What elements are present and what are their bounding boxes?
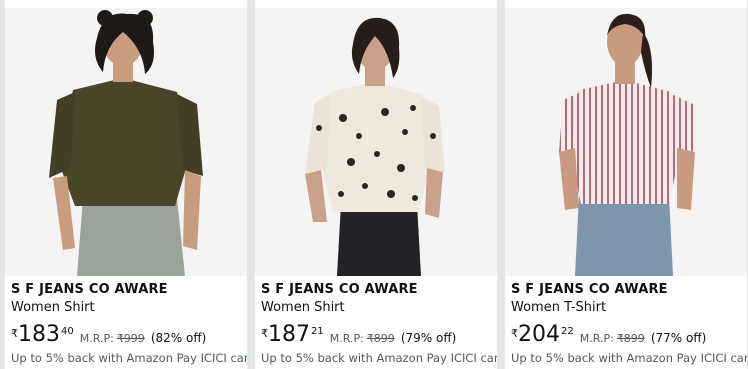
striped-shirt-image [505,8,747,276]
product-card[interactable]: S F JEANS CO AWARE Women T-Shirt ₹ 204 2… [505,0,747,369]
product-title[interactable]: Women T-Shirt [511,300,606,315]
price-whole: 204 [518,322,560,347]
mrp-label: M.R.P: [579,332,614,345]
currency-symbol: ₹ [261,327,268,340]
product-brand[interactable]: S F JEANS CO AWARE [11,282,168,297]
discount-text: (77% off) [650,331,707,345]
offer-text: Up to 5% back with Amazon Pay ICICI card [11,351,247,365]
offer-text: Up to 5% back with Amazon Pay ICICI card [511,351,747,365]
price-whole: 187 [268,322,310,347]
offer-text: Up to 5% back with Amazon Pay ICICI card [261,351,497,365]
product-title[interactable]: Women Shirt [261,300,345,315]
mrp-value: ₹899 [616,332,645,345]
price-row: ₹ 183 40 M.R.P: ₹999 (82% off) [11,324,206,346]
price-fraction: 40 [61,326,74,337]
mrp-label: M.R.P: [79,332,114,345]
product-card[interactable]: S F JEANS CO AWARE Women Shirt ₹ 183 40 … [5,0,247,369]
mrp-value: ₹999 [116,332,145,345]
mrp-label: M.R.P: [329,332,364,345]
discount-text: (82% off) [150,331,207,345]
price-row: ₹ 187 21 M.R.P: ₹899 (79% off) [261,324,456,346]
price-fraction: 21 [311,326,324,337]
floral-shirt-image [255,8,497,276]
product-grid: S F JEANS CO AWARE Women Shirt ₹ 183 40 … [5,0,747,369]
product-brand[interactable]: S F JEANS CO AWARE [261,282,418,297]
currency-symbol: ₹ [11,327,18,340]
mrp-value: ₹899 [366,332,395,345]
product-title[interactable]: Women Shirt [11,300,95,315]
product-card[interactable]: S F JEANS CO AWARE Women Shirt ₹ 187 21 … [255,0,497,369]
product-image[interactable] [505,8,747,276]
product-image[interactable] [5,8,247,276]
price-row: ₹ 204 22 M.R.P: ₹899 (77% off) [511,324,706,346]
price-whole: 183 [18,322,60,347]
olive-shirt-image [5,8,247,276]
price-fraction: 22 [561,326,574,337]
product-brand[interactable]: S F JEANS CO AWARE [511,282,668,297]
product-image[interactable] [255,8,497,276]
discount-text: (79% off) [400,331,457,345]
currency-symbol: ₹ [511,327,518,340]
